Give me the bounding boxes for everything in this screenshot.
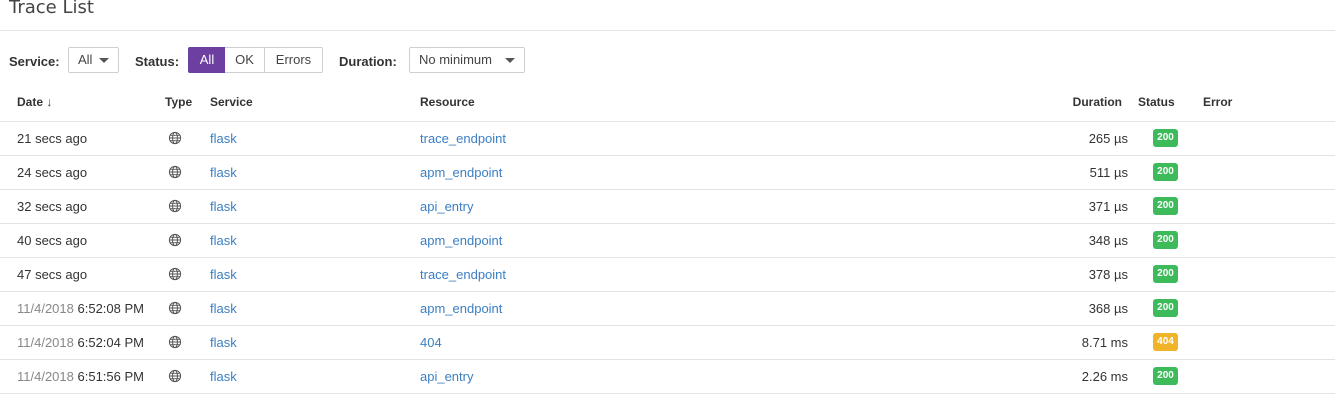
row-duration: 2.26 ms: [1081, 369, 1128, 384]
row-date-time: 24 secs ago: [17, 165, 88, 180]
row-date-time: 40 secs ago: [17, 233, 88, 248]
column-date[interactable]: Date ↓: [17, 95, 52, 109]
service-filter-label: Service:: [9, 54, 60, 69]
row-duration: 511 µs: [1089, 165, 1128, 180]
row-date-time: 32 secs ago: [17, 199, 88, 214]
row-resource-link[interactable]: apm_endpoint: [420, 165, 502, 180]
row-date-day: 11/4/2018: [17, 335, 74, 350]
globe-icon: [168, 165, 182, 179]
row-date: 47 secs ago: [17, 267, 87, 282]
duration-select[interactable]: No minimum: [409, 47, 525, 73]
duration-filter-label: Duration:: [339, 54, 397, 69]
column-service[interactable]: Service: [210, 95, 253, 109]
globe-icon: [168, 335, 182, 349]
status-badge: 200: [1153, 231, 1178, 249]
row-service-link[interactable]: flask: [210, 233, 237, 248]
table-row[interactable]: 11/4/2018 6:51:56 PM flask api_entry 2.26 m…: [0, 360, 1335, 394]
row-date-time: 6:52:04 PM: [77, 335, 145, 350]
row-duration: 265 µs: [1088, 131, 1128, 146]
row-date: 32 secs ago: [17, 199, 87, 214]
row-resource-link[interactable]: trace_endpoint: [420, 131, 506, 146]
globe-icon: [168, 369, 182, 383]
column-type[interactable]: Type: [165, 95, 192, 109]
row-service-link[interactable]: flask: [210, 267, 237, 282]
row-service-link[interactable]: flask: [210, 165, 237, 180]
status-badge: 200: [1153, 299, 1178, 317]
column-duration[interactable]: Duration: [1073, 95, 1122, 109]
duration-select-value: No minimum: [419, 52, 492, 67]
globe-icon: [168, 131, 182, 145]
service-select[interactable]: All: [68, 47, 119, 73]
row-date: 11/4/2018 6:52:04 PM: [17, 335, 144, 350]
globe-icon: [168, 267, 182, 281]
table-header: Date ↓ Type Service Resource Duration St…: [0, 87, 1335, 122]
table-row[interactable]: 24 secs ago flask apm_endpoint 511 µs 200: [0, 156, 1335, 190]
row-resource-link[interactable]: apm_endpoint: [420, 233, 502, 248]
row-service-link[interactable]: flask: [210, 369, 237, 384]
filter-bar: Service: All Status: All OK Errors Durat…: [0, 47, 1335, 75]
status-badge: 200: [1153, 163, 1178, 181]
service-select-value: All: [78, 52, 93, 67]
row-duration: 348 µs: [1088, 233, 1128, 248]
row-date: 21 secs ago: [17, 131, 87, 146]
row-date-time: 21 secs ago: [17, 131, 88, 146]
status-badge: 200: [1153, 129, 1178, 147]
globe-icon: [168, 199, 182, 213]
row-date-time: 6:52:08 PM: [77, 301, 145, 316]
status-badge: 404: [1153, 333, 1178, 351]
table-row[interactable]: 11/4/2018 6:52:08 PM flask apm_endpoint 368…: [0, 292, 1335, 326]
row-duration: 371 µs: [1088, 199, 1128, 214]
chevron-down-icon: [99, 58, 109, 63]
page-header: Trace List: [0, 0, 1335, 31]
trace-table: Date ↓ Type Service Resource Duration St…: [0, 87, 1335, 394]
row-date-time: 6:51:56 PM: [77, 369, 145, 384]
row-resource-link[interactable]: apm_endpoint: [420, 301, 502, 316]
row-service-link[interactable]: flask: [210, 131, 237, 146]
row-date-time: 47 secs ago: [17, 267, 88, 282]
chevron-down-icon: [505, 58, 515, 63]
row-resource-link[interactable]: api_entry: [420, 199, 473, 214]
row-resource-link[interactable]: trace_endpoint: [420, 267, 506, 282]
row-service-link[interactable]: flask: [210, 335, 237, 350]
row-duration: 378 µs: [1088, 267, 1128, 282]
status-badge: 200: [1153, 265, 1178, 283]
status-filter-label: Status:: [135, 54, 180, 69]
row-date: 24 secs ago: [17, 165, 87, 180]
row-service-link[interactable]: flask: [210, 199, 237, 214]
globe-icon: [168, 233, 182, 247]
column-error[interactable]: Error: [1203, 95, 1232, 109]
table-row[interactable]: 40 secs ago flask apm_endpoint 348 µs 200: [0, 224, 1335, 258]
row-date: 11/4/2018 6:51:56 PM: [17, 369, 144, 384]
row-date: 40 secs ago: [17, 233, 87, 248]
page-title: Trace List: [9, 0, 94, 18]
row-resource-link[interactable]: 404: [420, 335, 442, 350]
globe-icon: [168, 301, 182, 315]
table-row[interactable]: 32 secs ago flask api_entry 371 µs 200: [0, 190, 1335, 224]
row-date-day: 11/4/2018: [17, 301, 74, 316]
status-badge: 200: [1153, 367, 1178, 385]
row-duration: 368 µs: [1088, 301, 1128, 316]
row-service-link[interactable]: flask: [210, 301, 237, 316]
status-option-ok[interactable]: OK: [225, 47, 265, 73]
table-row[interactable]: 11/4/2018 6:52:04 PM flask 404 8.71 ms 404: [0, 326, 1335, 360]
status-option-all[interactable]: All: [188, 47, 226, 73]
table-row[interactable]: 21 secs ago flask trace_endpoint 265 µs 200: [0, 122, 1335, 156]
row-date-day: 11/4/2018: [17, 369, 74, 384]
column-status[interactable]: Status: [1138, 95, 1175, 109]
row-resource-link[interactable]: api_entry: [420, 369, 473, 384]
table-body: 21 secs ago flask trace_endpoint 265 µs 200 2…: [0, 122, 1335, 394]
row-date: 11/4/2018 6:52:08 PM: [17, 301, 144, 316]
table-row[interactable]: 47 secs ago flask trace_endpoint 378 µs 200: [0, 258, 1335, 292]
row-duration: 8.71 ms: [1081, 335, 1128, 350]
status-option-errors[interactable]: Errors: [264, 47, 323, 73]
status-badge: 200: [1153, 197, 1178, 215]
column-resource[interactable]: Resource: [420, 95, 475, 109]
